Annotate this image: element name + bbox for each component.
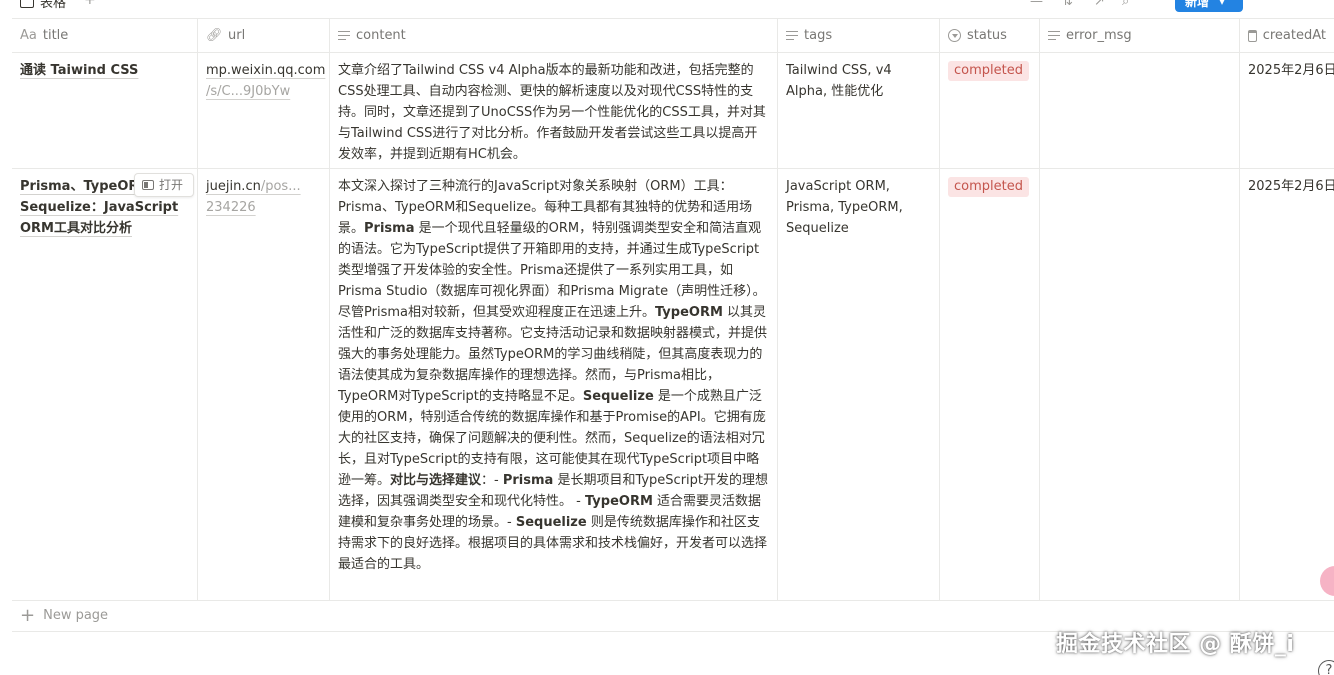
url-link[interactable]: mp.weixin.qq.com/s/C...9J0bYw (206, 63, 325, 99)
add-view-icon[interactable]: + (84, 0, 96, 8)
table-header: Aa title 🔗︎ url content tags status erro… (12, 19, 1334, 53)
lightning-icon[interactable]: ↗ (1094, 0, 1105, 9)
chevron-down-icon[interactable]: ▾ (1219, 0, 1225, 8)
column-label: url (228, 28, 246, 43)
content-cell[interactable]: 本文深入探讨了三种流行的JavaScript对象关系映射（ORM）工具：Pris… (330, 169, 778, 600)
help-icon[interactable]: ? (1318, 660, 1334, 675)
column-header-status[interactable]: status (940, 19, 1040, 52)
tags-text: Tailwind CSS, v4 Alpha, 性能优化 (786, 63, 892, 99)
status-cell[interactable]: completed (940, 53, 1040, 168)
content-bold-segment: TypeORM (654, 305, 723, 320)
search-icon[interactable]: ⌕ (1122, 0, 1129, 9)
column-label: tags (804, 28, 833, 43)
calendar-icon (1248, 29, 1257, 42)
filter-icon[interactable]: — (1030, 0, 1043, 9)
url-cell[interactable]: juejin.cn/pos... 234226 (198, 169, 330, 600)
side-peek-icon (142, 180, 154, 190)
new-record-button[interactable]: 新增 ▾ (1175, 0, 1243, 12)
table-row[interactable]: 通读 Taiwind CSS mp.weixin.qq.com/s/C...9J… (12, 53, 1334, 169)
content-segment: ：- (481, 473, 503, 488)
column-header-content[interactable]: content (330, 19, 778, 52)
url-path: /pos... (260, 179, 301, 194)
row-title[interactable]: 通读 Taiwind CSS (20, 63, 138, 78)
title-cell[interactable]: 通读 Taiwind CSS (12, 53, 198, 168)
view-tab-label: 表格 (40, 0, 67, 11)
open-page-button[interactable]: 打开 (134, 173, 194, 197)
column-label: createdAt (1262, 28, 1326, 43)
database-table: Aa title 🔗︎ url content tags status erro… (12, 18, 1334, 601)
content-bold-segment: Sequelize (582, 389, 654, 404)
content-bold-segment: Prisma (364, 221, 415, 236)
content-text: 本文深入探讨了三种流行的JavaScript对象关系映射（ORM）工具：Pris… (338, 176, 769, 575)
text-lines-icon (786, 30, 798, 41)
column-header-tags[interactable]: tags (778, 19, 940, 52)
table-row[interactable]: Prisma、TypeORM、Sequelize：JavaScript ORM工… (12, 169, 1334, 601)
url-tail: 234226 (206, 200, 256, 215)
status-icon (948, 29, 961, 42)
url-domain: mp.weixin.qq.com (206, 63, 326, 78)
text-lines-icon (1048, 30, 1060, 41)
column-label: status (967, 28, 1007, 43)
url-link[interactable]: juejin.cn/pos... 234226 (206, 179, 301, 215)
error-msg-cell[interactable] (1040, 53, 1240, 168)
status-badge: completed (948, 61, 1029, 81)
error-msg-cell[interactable] (1040, 169, 1240, 600)
column-header-error-msg[interactable]: error_msg (1040, 19, 1240, 52)
content-cell[interactable]: 文章介绍了Tailwind CSS v4 Alpha版本的最新功能和改进，包括完… (330, 53, 778, 168)
title-type-icon: Aa (20, 28, 37, 43)
content-bold-segment: 对比与选择建议 (390, 473, 482, 488)
content-text: 文章介绍了Tailwind CSS v4 Alpha版本的最新功能和改进，包括完… (338, 63, 766, 162)
status-badge: completed (948, 177, 1029, 197)
tags-cell[interactable]: JavaScript ORM, Prisma, TypeORM, Sequeli… (778, 169, 940, 600)
createdat-cell[interactable]: 2025年2月6日 (1240, 53, 1334, 168)
view-toolbar: 表格 + — ⇅ ↗ ⌕ 新增 ▾ (0, 0, 1334, 18)
column-header-createdat[interactable]: createdAt (1240, 19, 1334, 52)
status-cell[interactable]: completed (940, 169, 1040, 600)
column-label: title (42, 28, 69, 43)
new-button-label: 新增 (1185, 0, 1210, 9)
new-page-label: New page (43, 608, 109, 623)
watermark: 掘金技术社区 @ 酥饼_i (1056, 632, 1295, 657)
link-icon: 🔗︎ (206, 28, 223, 43)
view-tab-table[interactable]: 表格 (20, 0, 66, 11)
plus-icon: + (20, 604, 36, 626)
tags-cell[interactable]: Tailwind CSS, v4 Alpha, 性能优化 (778, 53, 940, 168)
url-path: /s/C...9J0bYw (206, 84, 291, 99)
open-label: 打开 (159, 177, 184, 192)
content-bold-segment: TypeORM (584, 494, 653, 509)
title-cell[interactable]: Prisma、TypeORM、Sequelize：JavaScript ORM工… (12, 169, 198, 600)
column-header-title[interactable]: Aa title (12, 19, 198, 52)
sort-icon[interactable]: ⇅ (1062, 0, 1073, 9)
createdat-cell[interactable]: 2025年2月6日 (1240, 169, 1334, 600)
content-bold-segment: Prisma (502, 473, 554, 488)
table-icon (20, 0, 34, 8)
column-label: error_msg (1066, 28, 1132, 43)
url-domain: juejin.cn (206, 179, 261, 194)
url-cell[interactable]: mp.weixin.qq.com/s/C...9J0bYw (198, 53, 330, 168)
content-bold-segment: Sequelize (515, 515, 587, 530)
column-label: content (356, 28, 406, 43)
createdat-text: 2025年2月6日 (1248, 63, 1334, 78)
tags-text: JavaScript ORM, Prisma, TypeORM, Sequeli… (786, 179, 903, 236)
column-header-url[interactable]: 🔗︎ url (198, 19, 330, 52)
text-lines-icon (338, 30, 350, 41)
createdat-text: 2025年2月6日 (1248, 179, 1334, 194)
